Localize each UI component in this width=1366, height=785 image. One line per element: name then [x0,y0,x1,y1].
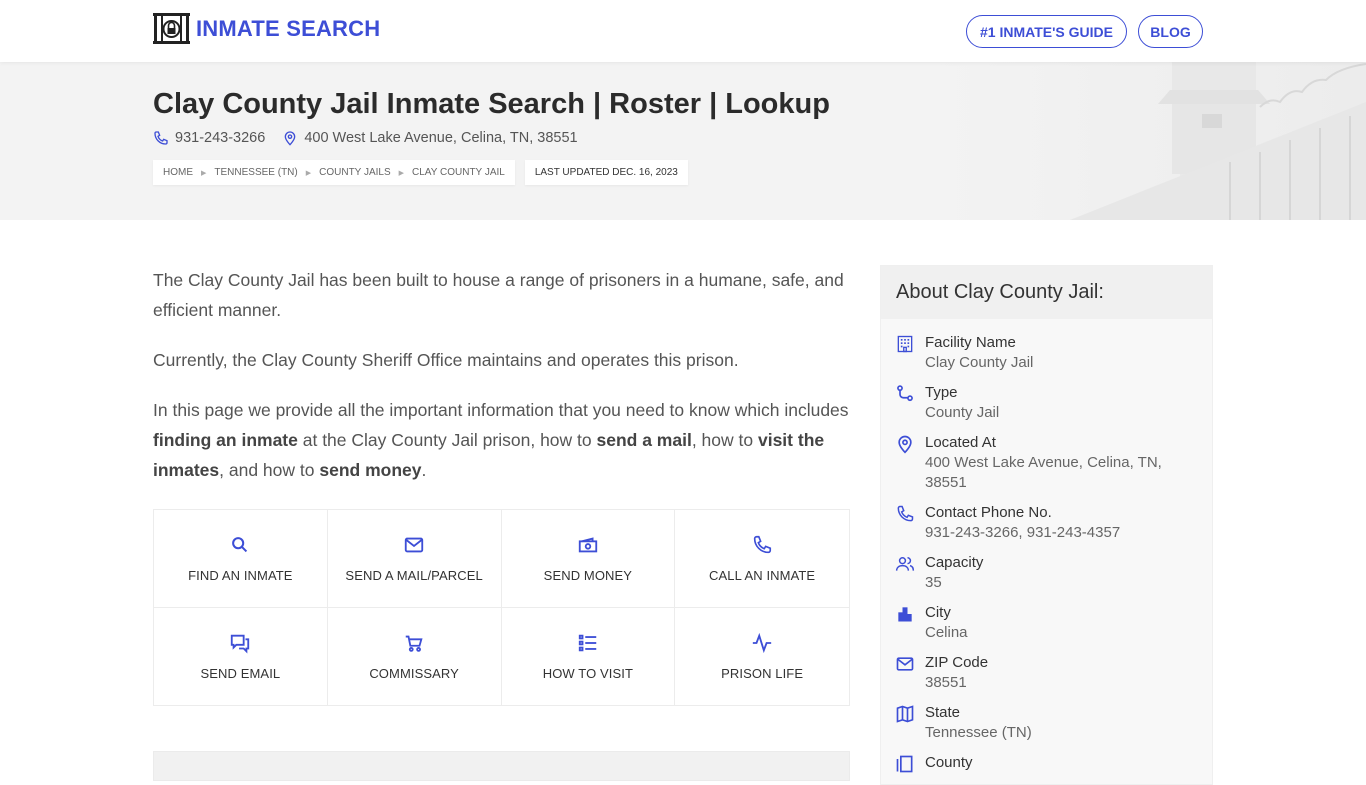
info-key: County [925,754,973,771]
action-grid: FIND AN INMATE SEND A MAIL/PARCEL SEND M… [153,509,850,706]
how-to-visit-tile[interactable]: HOW TO VISIT [501,607,676,705]
breadcrumb-current[interactable]: CLAY COUNTY JAIL [412,167,505,178]
users-icon [895,557,915,571]
money-icon [578,537,598,553]
contact-meta: 931-243-3266 400 West Lake Avenue, Celin… [153,130,578,146]
text: , how to [691,430,758,450]
jail-lock-logo-icon [153,13,190,44]
text: In this page we provide all the importan… [153,400,849,420]
map-icon [896,705,914,723]
info-key: ZIP Code [925,654,989,671]
send-money-tile[interactable]: SEND MONEY [501,510,676,608]
hero-banner: Clay County Jail Inmate Search | Roster … [0,62,1366,220]
main-content: The Clay County Jail has been built to h… [153,265,850,706]
info-facility-name: Facility Name Clay County Jail [895,333,1185,373]
building-icon [897,335,913,353]
info-type: Type County Jail [895,383,1185,423]
info-value: Celina [925,624,968,641]
text: , and how to [219,460,320,480]
info-value: County Jail [925,404,1000,421]
phone-icon [753,535,772,553]
location-pin-icon [284,131,296,146]
breadcrumb: HOME ▶ TENNESSEE (TN) ▶ COUNTY JAILS ▶ C… [153,160,515,185]
emphasis-send-mail: send a mail [596,430,692,450]
find-inmate-tile[interactable]: FIND AN INMATE [154,510,328,608]
sidebar-title: About Clay County Jail: [881,266,1212,319]
intro-paragraph-2: Currently, the Clay County Sheriff Offic… [153,350,739,370]
info-key: State [925,704,961,721]
inmates-guide-button[interactable]: #1 INMATE'S GUIDE [966,15,1127,48]
info-zip-code: ZIP Code 38551 [895,653,1185,693]
next-section-panel [153,751,850,781]
tile-label: COMMISSARY [369,665,459,681]
info-value: 931-243-3266, 931-243-4357 [925,524,1121,541]
tile-label: PRISON LIFE [721,665,804,681]
breadcrumb-home[interactable]: HOME [163,167,193,178]
county-icon [896,755,913,773]
info-contact-phone: Contact Phone No. 931-243-3266, 931-243-4… [895,503,1185,543]
blog-button[interactable]: BLOG [1138,15,1203,48]
prison-life-tile[interactable]: PRISON LIFE [675,607,849,705]
logo-text: INMATE SEARCH [196,15,381,41]
tile-label: FIND AN INMATE [188,567,293,583]
last-updated-badge: LAST UPDATED DEC. 16, 2023 [524,160,688,185]
tile-label: SEND EMAIL [200,665,281,681]
send-email-tile[interactable]: SEND EMAIL [154,607,328,705]
mail-icon [404,537,424,553]
logo-link[interactable]: INMATE SEARCH [153,13,380,44]
hero-address: 400 West Lake Avenue, Celina, TN, 38551 [304,130,578,146]
text: . [421,460,427,480]
info-value: 35 [925,574,942,591]
about-facility-sidebar: About Clay County Jail: Facility Name Cla… [880,265,1213,785]
breadcrumb-state[interactable]: TENNESSEE (TN) [214,167,297,178]
info-key: Type [925,384,958,401]
mail-icon [896,657,914,671]
breadcrumb-separator-icon: ▶ [398,169,405,177]
info-key: Facility Name [925,334,1016,351]
tile-label: SEND A MAIL/PARCEL [345,567,483,583]
info-city: City Celina [895,603,1185,643]
info-value: Tennessee (TN) [925,724,1032,741]
hero-phone[interactable]: 931-243-3266 [175,130,265,146]
prison-tower-background-image [940,62,1366,220]
info-located-at: Located At 400 West Lake Avenue, Celina, … [895,433,1185,493]
text: at the Clay County Jail prison, how to [297,430,597,450]
search-icon [232,536,248,552]
emphasis-send-money: send money [319,460,422,480]
list-icon [578,634,597,651]
phone-icon [897,505,914,522]
tile-label: CALL AN INMATE [709,567,816,583]
info-key: Located At [925,434,996,451]
page-title: Clay County Jail Inmate Search | Roster … [153,88,830,120]
cart-icon [405,635,423,652]
city-icon [898,607,912,622]
tile-label: SEND MONEY [543,567,633,583]
commissary-tile[interactable]: COMMISSARY [327,607,502,705]
site-header: INMATE SEARCH #1 INMATE'S GUIDE BLOG [0,0,1366,62]
breadcrumb-separator-icon: ▶ [201,169,207,177]
info-value: 400 West Lake Avenue, Celina, TN, 38551 [925,454,1162,491]
info-key: Contact Phone No. [925,504,1052,521]
breadcrumb-row: HOME ▶ TENNESSEE (TN) ▶ COUNTY JAILS ▶ C… [153,160,688,185]
tile-label: HOW TO VISIT [542,665,634,681]
chat-icon [231,634,250,654]
info-key: Capacity [925,554,984,571]
location-pin-icon [898,435,912,454]
info-state: State Tennessee (TN) [895,703,1185,743]
send-mail-tile[interactable]: SEND A MAIL/PARCEL [327,510,502,608]
activity-icon [752,632,772,653]
info-county: County [895,753,1185,774]
intro-paragraph-1: The Clay County Jail has been built to h… [153,270,844,320]
breadcrumb-county-jails[interactable]: COUNTY JAILS [319,167,391,178]
route-icon [897,385,913,402]
info-value: Clay County Jail [925,354,1034,371]
intro-paragraph-3: In this page we provide all the importan… [153,395,850,485]
info-value: 38551 [925,674,967,691]
call-inmate-tile[interactable]: CALL AN INMATE [675,510,849,608]
info-capacity: Capacity 35 [895,553,1185,593]
phone-icon [154,131,168,145]
breadcrumb-separator-icon: ▶ [305,169,312,177]
emphasis-finding-inmate: finding an inmate [153,430,298,450]
info-key: City [925,604,951,621]
